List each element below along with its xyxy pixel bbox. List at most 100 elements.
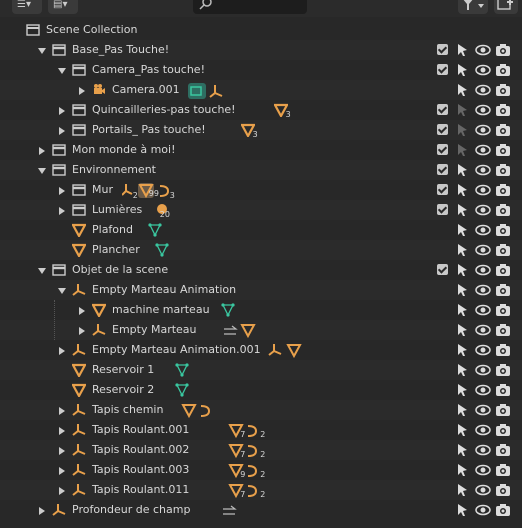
expand-arrow-icon[interactable] xyxy=(38,145,46,158)
outliner-row[interactable]: Camera_Pas touche! xyxy=(0,60,522,80)
exclude-checkbox[interactable] xyxy=(437,204,448,215)
exclude-checkbox[interactable] xyxy=(437,44,448,55)
camera-render-icon[interactable] xyxy=(495,302,511,318)
selectable-arrow-icon[interactable] xyxy=(455,262,469,278)
eye-icon[interactable] xyxy=(475,462,491,478)
row-label[interactable]: Tapis chemin xyxy=(92,403,163,416)
expand-arrow-icon[interactable] xyxy=(58,105,66,118)
row-label[interactable]: machine marteau xyxy=(112,303,210,316)
eye-icon[interactable] xyxy=(475,362,491,378)
selectable-arrow-icon[interactable] xyxy=(455,502,469,518)
camera-render-icon[interactable] xyxy=(495,482,511,498)
expand-arrow-icon[interactable] xyxy=(78,305,86,318)
selectable-arrow-icon[interactable] xyxy=(455,82,469,98)
row-label[interactable]: Camera.001 xyxy=(112,83,180,96)
row-label[interactable]: Reservoir 2 xyxy=(92,383,154,396)
selectable-arrow-icon[interactable] xyxy=(455,162,469,178)
outliner-row[interactable]: Mur 2 99 3 xyxy=(0,180,522,200)
outliner-row[interactable]: Plancher xyxy=(0,240,522,260)
camera-render-icon[interactable] xyxy=(495,442,511,458)
expand-arrow-icon[interactable] xyxy=(38,505,46,518)
exclude-checkbox[interactable] xyxy=(437,144,448,155)
camera-render-icon[interactable] xyxy=(495,462,511,478)
camera-render-icon[interactable] xyxy=(495,162,511,178)
selectable-arrow-icon[interactable] xyxy=(455,282,469,298)
row-label[interactable]: Quincailleries-pas touche! xyxy=(92,103,236,116)
outliner-row[interactable]: Mon monde à moi! xyxy=(0,140,522,160)
outliner-row[interactable]: Lumières 20 xyxy=(0,200,522,220)
exclude-checkbox[interactable] xyxy=(437,164,448,175)
row-label[interactable]: Mur xyxy=(92,183,113,196)
eye-icon[interactable] xyxy=(475,162,491,178)
mesh-data-icon[interactable] xyxy=(155,243,169,260)
outliner-row[interactable]: Empty Marteau Animation.001 xyxy=(0,340,522,360)
selectable-arrow-icon[interactable] xyxy=(455,342,469,358)
children-icons[interactable] xyxy=(221,503,241,522)
row-label[interactable]: Reservoir 1 xyxy=(92,363,154,376)
outliner-row[interactable]: Plafond xyxy=(0,220,522,240)
mesh-data-icon[interactable] xyxy=(221,303,235,320)
outliner-row[interactable]: Tapis Roulant.002 7 2 xyxy=(0,440,522,460)
row-label[interactable]: Scene Collection xyxy=(46,23,137,36)
row-label[interactable]: Tapis Roulant.001 xyxy=(92,423,189,436)
expand-arrow-icon[interactable] xyxy=(78,325,86,338)
selectable-arrow-icon[interactable] xyxy=(455,222,469,238)
camera-render-icon[interactable] xyxy=(495,382,511,398)
outliner-row[interactable]: Portails_ Pas touche! 3 xyxy=(0,120,522,140)
eye-icon[interactable] xyxy=(475,262,491,278)
collapse-arrow-icon[interactable] xyxy=(38,45,46,58)
selectable-arrow-icon[interactable] xyxy=(455,322,469,338)
expand-arrow-icon[interactable] xyxy=(58,345,66,358)
outliner-row[interactable]: Tapis Roulant.001 7 2 xyxy=(0,420,522,440)
selectable-arrow-icon[interactable] xyxy=(455,42,469,58)
camera-render-icon[interactable] xyxy=(495,142,511,158)
row-label[interactable]: Objet de la scene xyxy=(72,263,168,276)
collapse-arrow-icon[interactable] xyxy=(38,265,46,278)
camera-render-icon[interactable] xyxy=(495,182,511,198)
collapse-arrow-icon[interactable] xyxy=(58,65,66,78)
camera-render-icon[interactable] xyxy=(495,342,511,358)
camera-render-icon[interactable] xyxy=(495,42,511,58)
selectable-arrow-icon[interactable] xyxy=(455,402,469,418)
expand-arrow-icon[interactable] xyxy=(58,205,66,218)
outliner-row[interactable]: Objet de la scene xyxy=(0,260,522,280)
row-label[interactable]: Lumières xyxy=(92,203,142,216)
exclude-checkbox[interactable] xyxy=(437,124,448,135)
camera-render-icon[interactable] xyxy=(495,422,511,438)
camera-render-icon[interactable] xyxy=(495,262,511,278)
selectable-arrow-icon[interactable] xyxy=(455,182,469,198)
outliner-row[interactable]: Base_Pas Touche! xyxy=(0,40,522,60)
row-label[interactable]: Portails_ Pas touche! xyxy=(92,123,206,136)
display-mode-dropdown[interactable]: ☰▾ xyxy=(12,0,42,14)
mesh-data-icon[interactable] xyxy=(148,223,162,240)
camera-render-icon[interactable] xyxy=(495,102,511,118)
selectable-arrow-icon[interactable] xyxy=(455,62,469,78)
camera-render-icon[interactable] xyxy=(495,402,511,418)
selectable-arrow-icon[interactable] xyxy=(455,362,469,378)
row-label[interactable]: Tapis Roulant.003 xyxy=(92,463,189,476)
selectable-arrow-icon[interactable] xyxy=(455,422,469,438)
eye-icon[interactable] xyxy=(475,422,491,438)
row-label[interactable]: Empty Marteau Animation.001 xyxy=(92,343,261,356)
outliner-row[interactable]: Quincailleries-pas touche! 3 xyxy=(0,100,522,120)
exclude-checkbox[interactable] xyxy=(437,184,448,195)
row-label[interactable]: Profondeur de champ xyxy=(72,503,190,516)
row-label[interactable]: Tapis Roulant.002 xyxy=(92,443,189,456)
eye-icon[interactable] xyxy=(475,62,491,78)
row-label[interactable]: Base_Pas Touche! xyxy=(72,43,169,56)
eye-icon[interactable] xyxy=(475,502,491,518)
eye-icon[interactable] xyxy=(475,442,491,458)
eye-icon[interactable] xyxy=(475,42,491,58)
outliner-row[interactable]: Tapis Roulant.011 7 2 xyxy=(0,480,522,500)
outliner-row[interactable]: Scene Collection xyxy=(0,20,522,40)
eye-icon[interactable] xyxy=(475,122,491,138)
eye-icon[interactable] xyxy=(475,402,491,418)
selectable-arrow-icon[interactable] xyxy=(455,442,469,458)
eye-icon[interactable] xyxy=(475,482,491,498)
eye-icon[interactable] xyxy=(475,102,491,118)
eye-icon[interactable] xyxy=(475,202,491,218)
eye-icon[interactable] xyxy=(475,322,491,338)
outliner-row[interactable]: Profondeur de champ xyxy=(0,500,522,520)
row-label[interactable]: Mon monde à moi! xyxy=(72,143,176,156)
search-input[interactable] xyxy=(193,0,307,14)
